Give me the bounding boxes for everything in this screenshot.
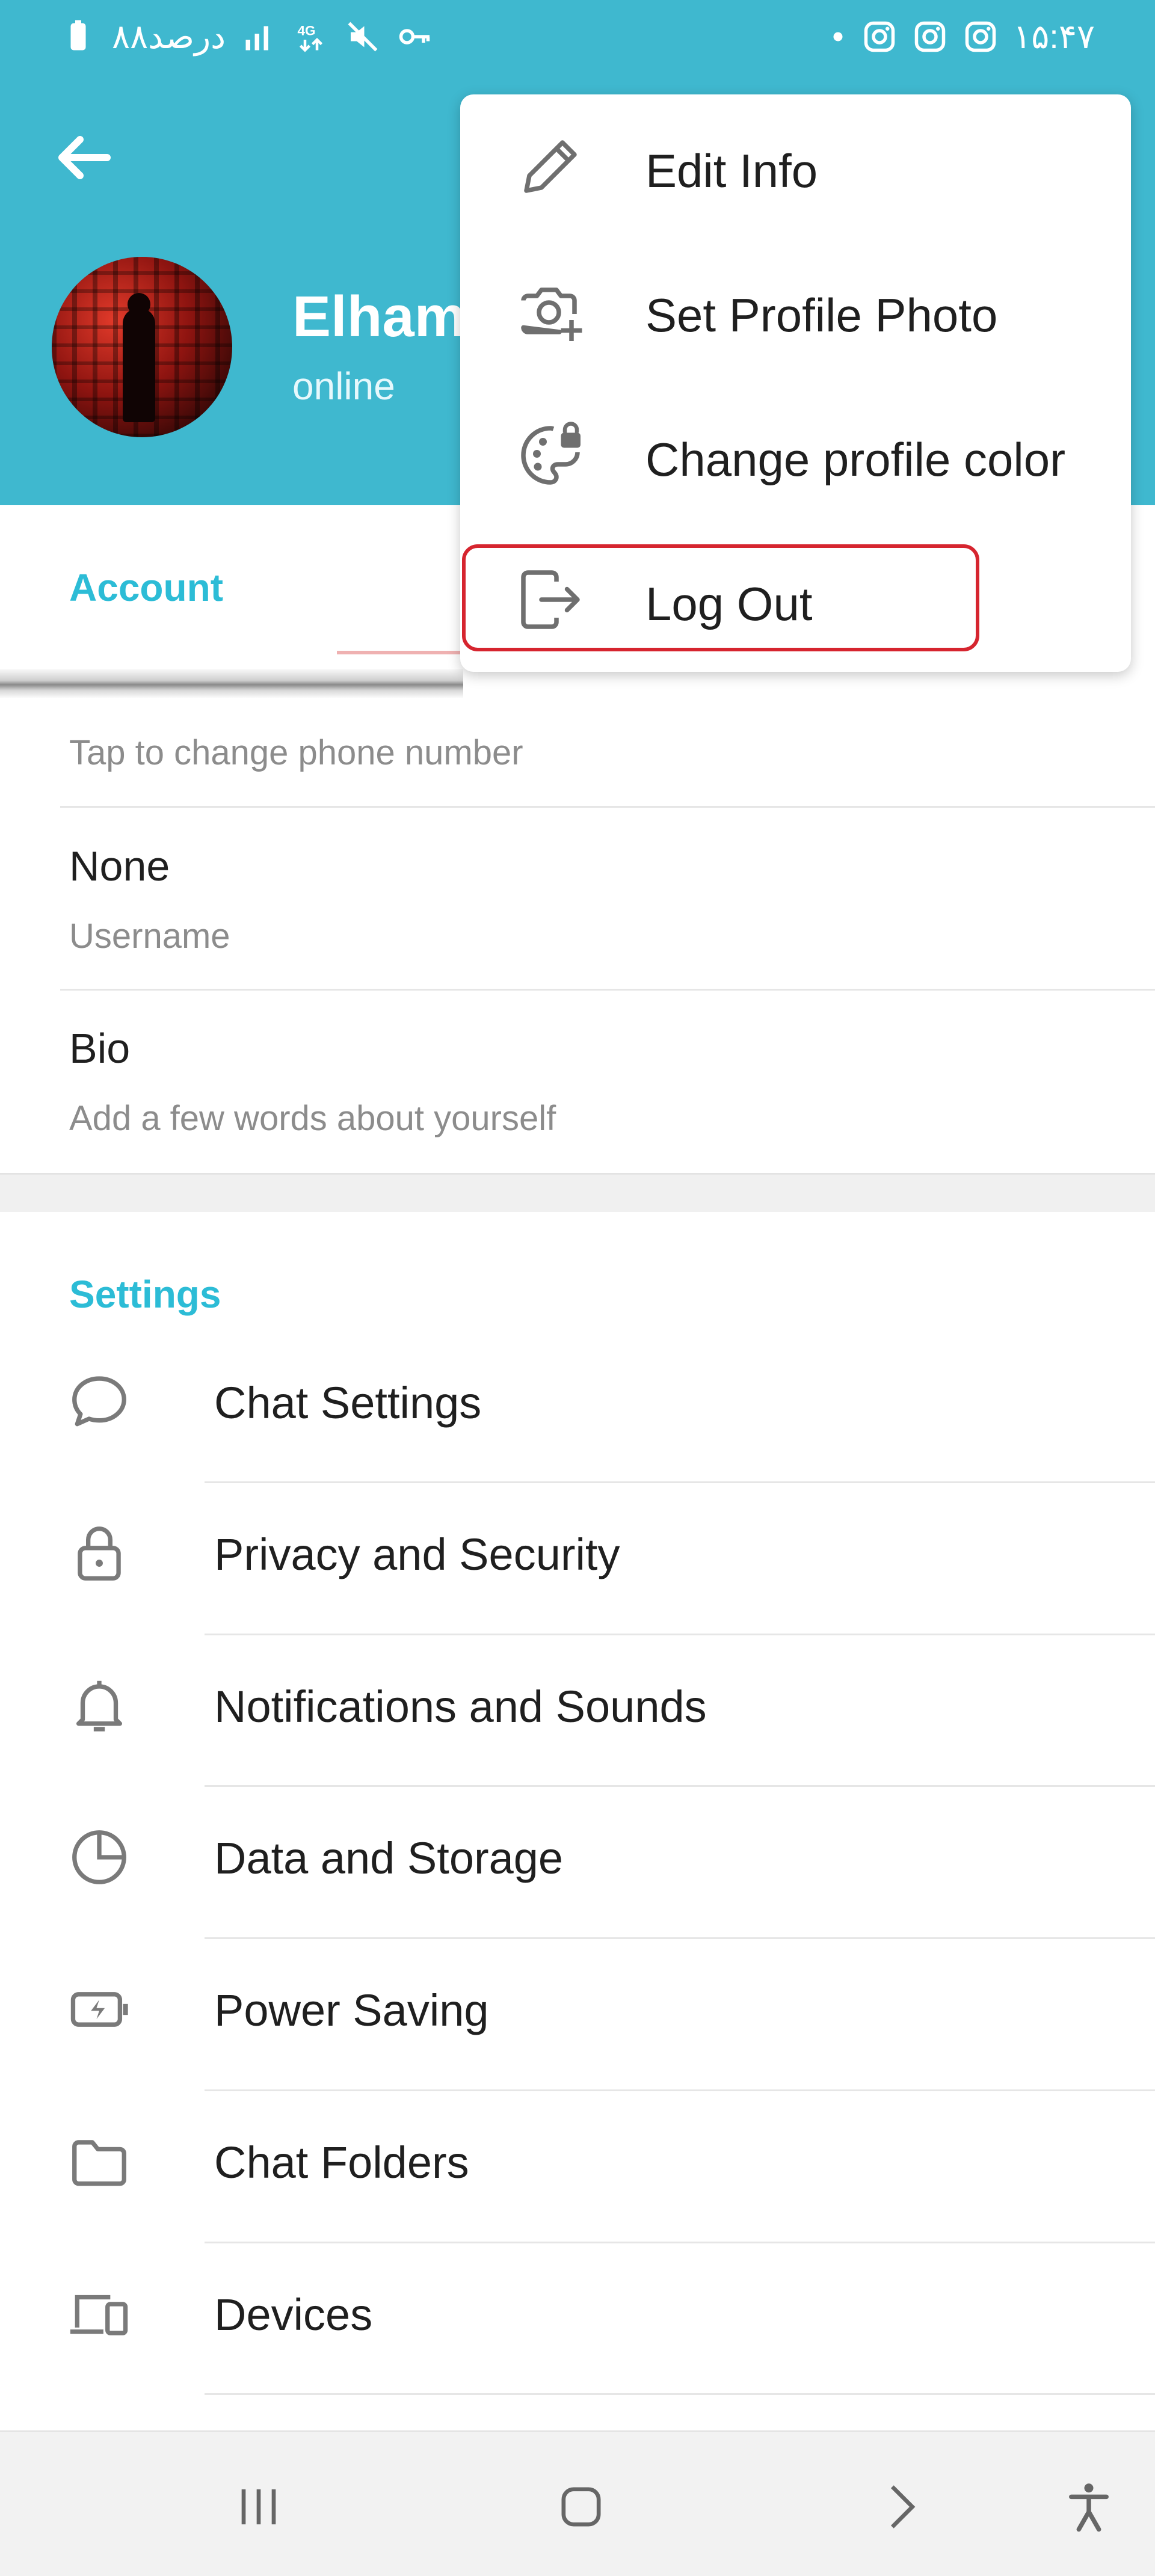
settings-item-privacy[interactable]: Privacy and Security [0, 1481, 1155, 1632]
folder-icon [72, 2140, 126, 2186]
overflow-menu: Edit Info Set Profile Photo Change profi… [460, 94, 1131, 672]
menu-item-label: Set Profile Photo [645, 289, 998, 342]
battery-icon [70, 20, 86, 51]
menu-item-label: Change profile color [645, 433, 1066, 486]
menu-item-edit-info[interactable]: Edit Info [460, 94, 1131, 239]
username-label: Username [69, 917, 230, 956]
pencil-icon [524, 140, 577, 193]
phone-number-redacted [0, 669, 463, 698]
accessibility-icon[interactable] [1059, 2477, 1119, 2537]
settings-item-label: Chat Folders [214, 2138, 469, 2187]
phone-hint[interactable]: Tap to change phone number [69, 733, 523, 773]
settings-item-label: Privacy and Security [214, 1529, 620, 1579]
network-4g-icon: 4G [298, 23, 323, 52]
system-nav-bar [0, 2430, 1155, 2576]
battery-text: ۸۸درصد [112, 17, 226, 55]
settings-item-chat-settings[interactable]: Chat Settings [0, 1329, 1155, 1481]
pie-chart-icon [72, 1830, 126, 1884]
instagram-icon [914, 21, 946, 52]
menu-item-set-profile-photo[interactable]: Set Profile Photo [460, 239, 1131, 383]
devices-icon [70, 2295, 128, 2335]
settings-item-label: Devices [214, 2290, 373, 2340]
settings-item-label: Notifications and Sounds [214, 1682, 707, 1732]
log-out-highlight-box [462, 544, 979, 651]
dot-icon [833, 32, 843, 41]
settings-item-power-saving[interactable]: Power Saving [0, 1937, 1155, 2088]
bio-hint: Add a few words about yourself [69, 1099, 556, 1138]
instagram-icon [864, 21, 895, 52]
bell-icon [76, 1680, 123, 1732]
clock: ۱۵:۴۷ [1013, 17, 1095, 55]
avatar[interactable] [52, 257, 232, 437]
profile-status: online [292, 364, 395, 408]
settings-item-devices[interactable]: Devices [0, 2241, 1155, 2393]
recents-icon[interactable] [229, 2477, 289, 2537]
palette-lock-icon [521, 422, 581, 485]
menu-item-label: Edit Info [645, 144, 818, 197]
settings-item-data-storage[interactable]: Data and Storage [0, 1784, 1155, 1936]
bio-label[interactable]: Bio [69, 1024, 130, 1072]
profile-name: Elham [292, 284, 466, 349]
settings-item-chat-folders[interactable]: Chat Folders [0, 2089, 1155, 2240]
chat-bubble-icon [72, 1376, 126, 1427]
settings-item-label: Chat Settings [214, 1378, 482, 1428]
home-icon[interactable] [551, 2477, 611, 2537]
arrow-left-icon[interactable] [47, 121, 119, 194]
vpn-key-icon [399, 29, 430, 45]
username-value[interactable]: None [69, 842, 170, 890]
status-left: ۸۸درصد 4G [60, 17, 433, 57]
battery-bolt-icon [70, 1992, 128, 2027]
status-right: ۱۵:۴۷ [829, 17, 1095, 57]
back-chevron-icon[interactable] [872, 2477, 932, 2537]
lock-icon [78, 1526, 121, 1581]
status-bar: ۸۸درصد 4G ۱۵:۴۷ [0, 0, 1155, 78]
instagram-icon [965, 21, 996, 52]
settings-section-title: Settings [69, 1273, 221, 1316]
settings-item-notifications[interactable]: Notifications and Sounds [0, 1633, 1155, 1784]
divider [60, 989, 1155, 991]
divider [205, 2393, 1155, 2395]
redaction-mark [337, 651, 463, 654]
divider [60, 806, 1155, 808]
settings-item-label: Power Saving [214, 1985, 489, 2035]
signal-icon [245, 26, 269, 51]
camera-add-icon [521, 287, 582, 341]
section-separator [0, 1173, 1155, 1212]
account-section-title: Account [69, 566, 223, 609]
svg-text:4G: 4G [298, 23, 316, 38]
mute-icon [348, 22, 378, 52]
settings-item-label: Data and Storage [214, 1833, 564, 1883]
menu-item-change-profile-color[interactable]: Change profile color [460, 383, 1131, 527]
